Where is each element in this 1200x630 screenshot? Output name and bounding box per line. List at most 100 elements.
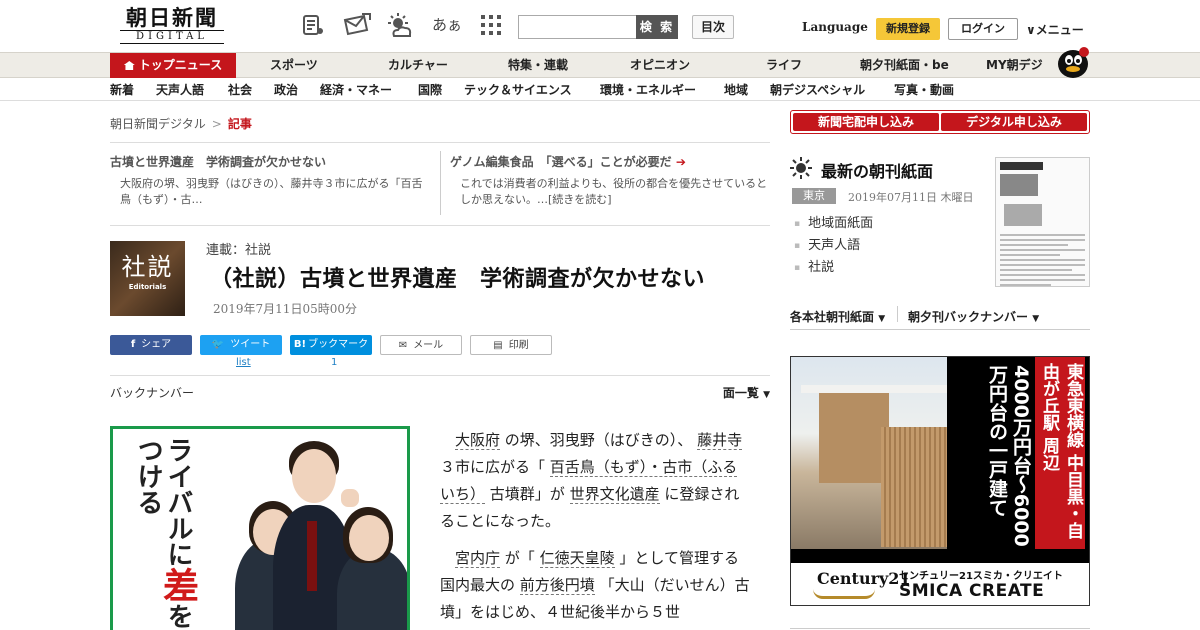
backnumber-link[interactable]: バックナンバー	[110, 384, 194, 401]
mascot-icon[interactable]	[1056, 44, 1092, 78]
hatena-bookmark-button[interactable]: B! ブックマーク	[290, 335, 372, 355]
nav2-special[interactable]: 朝デジスペシャル	[770, 79, 865, 101]
breadcrumb-home[interactable]: 朝日新聞デジタル	[110, 117, 206, 131]
real-estate-advertisement[interactable]: 4000万円台〜6000万円台の一戸建て 東急東横線 中目黒・自由が丘駅 周辺 …	[790, 356, 1090, 606]
page-list-dropdown[interactable]: 面一覧 ▼	[723, 384, 770, 401]
language-link[interactable]: Language	[802, 20, 868, 34]
paper-link[interactable]: 社説	[794, 257, 873, 279]
breadcrumb-separator: >	[211, 117, 222, 131]
nav2-tensei[interactable]: 天声人語	[156, 79, 204, 101]
related-stories: 古墳と世界遺産 学術調査が欠かせない 大阪府の堺、羽曳野（はびきの）、藤井寺３市…	[110, 142, 770, 226]
facebook-share-button[interactable]: f シェア	[110, 335, 192, 355]
related-text: これでは消費者の利益よりも、役所の都合を優先させているとしか思えない。…[続きを…	[460, 177, 768, 206]
nav-paper-be[interactable]: 朝夕刊紙面・be	[860, 53, 949, 78]
nav2-latest[interactable]: 新着	[110, 79, 134, 101]
related-title[interactable]: 古墳と世界遺産 学術調査が欠かせない	[110, 153, 430, 170]
nav2-tech[interactable]: テック＆サイエンス	[464, 79, 572, 101]
hatena-count[interactable]: 1	[331, 357, 337, 368]
weather-icon[interactable]	[386, 12, 412, 38]
twitter-icon: 🐦	[211, 339, 225, 350]
menu-button[interactable]: ∨メニュー	[1026, 21, 1084, 38]
printer-icon: ▤	[493, 340, 503, 351]
latest-edition-title[interactable]: 最新の朝刊紙面	[821, 158, 933, 182]
nav-top-news[interactable]: トップニュース	[110, 53, 236, 78]
search-input[interactable]	[518, 15, 638, 39]
thumb-line	[1000, 259, 1085, 261]
keyword-link[interactable]: 宮内庁	[455, 549, 501, 568]
print-button[interactable]: ▤ 印刷	[470, 335, 552, 355]
publish-date: 2019年7月11日05時00分	[213, 302, 357, 316]
paper-link[interactable]: 地域面紙面	[794, 213, 873, 235]
related-title[interactable]: ゲノム編集食品 「選べる」ことが必要だ ➔	[450, 153, 768, 170]
ad-text-col: ライバルに	[163, 437, 193, 567]
body-text: ３市に広がる「	[440, 458, 546, 476]
newspaper-icon[interactable]	[300, 12, 326, 38]
nav-sports[interactable]: スポーツ	[270, 53, 318, 78]
nav2-international[interactable]: 国際	[418, 79, 442, 101]
necktie	[307, 521, 317, 591]
paper-link[interactable]: 天声人語	[794, 235, 873, 257]
century21-logo: Century21	[817, 569, 911, 588]
triangle-down-icon: ▼	[1032, 314, 1040, 324]
nav-opinion[interactable]: オピニオン	[630, 53, 690, 78]
triangle-down-icon: ▼	[763, 390, 770, 400]
nav-features[interactable]: 特集・連載	[508, 53, 568, 78]
search-button[interactable]: 検 索	[636, 15, 678, 39]
paragraph: 大阪府 の堺、羽曳野（はびきの）、 藤井寺 ３市に広がる「 百舌鳥（もず）・古市…	[440, 427, 750, 535]
paper-links: 地域面紙面 天声人語 社説	[794, 213, 873, 279]
series-label[interactable]: 連載：社説	[206, 239, 271, 258]
keyword-link[interactable]: 前方後円墳	[519, 576, 595, 595]
digital-subscribe-button[interactable]: デジタル申し込み	[941, 113, 1087, 131]
signup-button[interactable]: 新規登録	[876, 18, 940, 40]
house-roof	[801, 385, 951, 393]
triangle-down-icon: ▼	[878, 314, 886, 324]
grid-menu-icon[interactable]	[478, 12, 504, 38]
nav2-region[interactable]: 地域	[724, 79, 748, 101]
mail-share-button[interactable]: ✉ メール	[380, 335, 462, 355]
sun-icon	[790, 157, 812, 179]
keyword-link[interactable]: 大阪府	[455, 431, 501, 450]
twitter-count[interactable]: list	[236, 357, 251, 368]
related-text: 大阪府の堺、羽曳野（はびきの）、藤井寺３市に広がる「百舌鳥（もず）・古…	[120, 177, 423, 206]
keyword-link[interactable]: 藤井寺	[697, 431, 743, 450]
nav2-politics[interactable]: 政治	[274, 79, 298, 101]
edition-date: 2019年07月11日 木曜日	[848, 191, 974, 204]
index-button[interactable]: 目次	[692, 15, 734, 39]
keyword-link[interactable]: 世界文化遺産	[569, 485, 660, 504]
login-button[interactable]: ログイン	[948, 18, 1018, 40]
body-text: の堺、羽曳野（はびきの）、	[504, 431, 693, 449]
hatena-icon: B!	[293, 339, 307, 350]
nav2-society[interactable]: 社会	[228, 79, 252, 101]
body-text: が「	[504, 549, 535, 567]
mail-magazine-icon[interactable]	[342, 12, 372, 38]
keyword-link[interactable]: 仁徳天皇陵	[539, 549, 615, 568]
nav2-environment[interactable]: 環境・エネルギー	[600, 79, 696, 101]
subscription-buttons: 新聞宅配申し込み デジタル申し込み	[790, 110, 1090, 134]
twitter-tweet-button[interactable]: 🐦 ツイート	[200, 335, 282, 355]
thumb-line	[1000, 234, 1085, 236]
ad-brand-name: センチュリー21スミカ・クリエイト	[899, 571, 1063, 582]
nav2-economy[interactable]: 経済・マネー	[320, 79, 392, 101]
newspaper-thumbnail[interactable]	[995, 157, 1090, 287]
secondary-nav: 新着 天声人語 社会 政治 経済・マネー 国際 テック＆サイエンス 環境・エネル…	[0, 79, 1200, 101]
home-icon	[123, 61, 135, 70]
nav-life[interactable]: ライフ	[766, 53, 802, 78]
asahi-logo[interactable]: 朝日新聞 DIGITAL	[116, 6, 228, 46]
nav2-photo[interactable]: 写真・動画	[894, 79, 954, 101]
tab-backnumbers[interactable]: 朝夕刊バックナンバー ▼	[908, 308, 1039, 325]
ad-headline: ライバルに差をつける	[123, 437, 199, 630]
tab-regional-editions[interactable]: 各本社朝刊紙面 ▼	[790, 308, 885, 325]
house-fence	[881, 427, 947, 547]
related-story[interactable]: 古墳と世界遺産 学術調査が欠かせない 大阪府の堺、羽曳野（はびきの）、藤井寺３市…	[110, 153, 430, 208]
thumb-line	[1000, 284, 1051, 286]
house-photo	[791, 357, 951, 549]
related-story[interactable]: ゲノム編集食品 「選べる」ことが必要だ ➔ これでは消費者の利益よりも、役所の都…	[450, 153, 768, 208]
newspaper-subscribe-button[interactable]: 新聞宅配申し込み	[793, 113, 939, 131]
font-size-icon[interactable]: あぁ	[432, 12, 462, 38]
facebook-icon: f	[130, 339, 136, 350]
related-title-text: ゲノム編集食品 「選べる」ことが必要だ	[450, 155, 672, 169]
recruit-advertisement[interactable]: ライバルに差をつける	[110, 426, 410, 630]
nav-my-asadigi[interactable]: MY朝デジ	[986, 53, 1043, 78]
nav-culture[interactable]: カルチャー	[388, 53, 448, 78]
thumb-photo	[1000, 174, 1039, 196]
